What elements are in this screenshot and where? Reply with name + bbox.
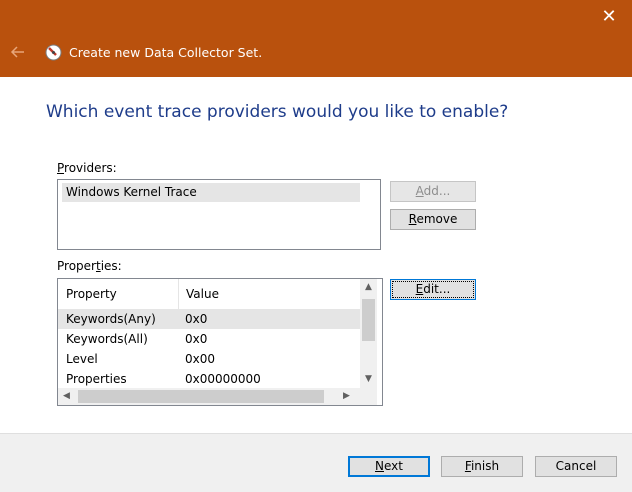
cell-value: 0x0 [185, 312, 208, 326]
horizontal-scroll-thumb[interactable] [78, 390, 324, 403]
remove-button[interactable]: Remove [390, 209, 476, 230]
vertical-scroll-thumb[interactable] [362, 299, 375, 341]
footer-bar: Next Finish Cancel [0, 433, 632, 492]
page-heading: Which event trace providers would you li… [46, 102, 509, 122]
cell-property: Keywords(Any) [66, 312, 156, 326]
cell-value: 0x0 [185, 332, 208, 346]
properties-table[interactable]: Property Value Keywords(Any) 0x0 Keyword… [57, 278, 383, 406]
performance-monitor-icon [45, 44, 62, 61]
table-row[interactable]: Keywords(Any) 0x0 [58, 309, 360, 329]
cancel-button[interactable]: Cancel [535, 456, 617, 477]
table-row[interactable]: Keywords(All) 0x0 [58, 329, 360, 349]
title-bar: ✕ Create new Data Collector Set. [0, 0, 632, 77]
window-title: Create new Data Collector Set. [69, 45, 263, 60]
scroll-down-icon[interactable]: ▼ [360, 371, 377, 388]
back-arrow-icon[interactable] [8, 42, 28, 62]
horizontal-scrollbar[interactable]: ◀ ▶ [58, 388, 360, 405]
column-header-value[interactable]: Value [178, 279, 360, 310]
cell-value: 0x00 [185, 352, 216, 366]
vertical-scrollbar[interactable]: ▲ ▼ [360, 279, 377, 388]
properties-label: Properties: [57, 259, 122, 273]
scroll-right-icon[interactable]: ▶ [338, 388, 355, 405]
column-header-property[interactable]: Property [58, 279, 178, 310]
providers-list[interactable]: Windows Kernel Trace [57, 179, 381, 250]
scroll-up-icon[interactable]: ▲ [360, 279, 377, 296]
next-button[interactable]: Next [348, 456, 430, 477]
table-row[interactable]: Properties 0x00000000 [58, 369, 360, 389]
edit-button[interactable]: Edit... [390, 279, 476, 300]
cell-property: Properties [66, 372, 127, 386]
cell-property: Keywords(All) [66, 332, 148, 346]
table-row[interactable]: Level 0x00 [58, 349, 360, 369]
scrollbar-corner [360, 388, 377, 405]
close-icon[interactable]: ✕ [594, 4, 624, 30]
scroll-left-icon[interactable]: ◀ [58, 388, 75, 405]
finish-button[interactable]: Finish [441, 456, 523, 477]
cell-value: 0x00000000 [185, 372, 261, 386]
add-button[interactable]: Add... [390, 181, 476, 202]
providers-label: Providers: [57, 161, 117, 175]
cell-property: Level [66, 352, 98, 366]
list-item[interactable]: Windows Kernel Trace [62, 183, 360, 202]
